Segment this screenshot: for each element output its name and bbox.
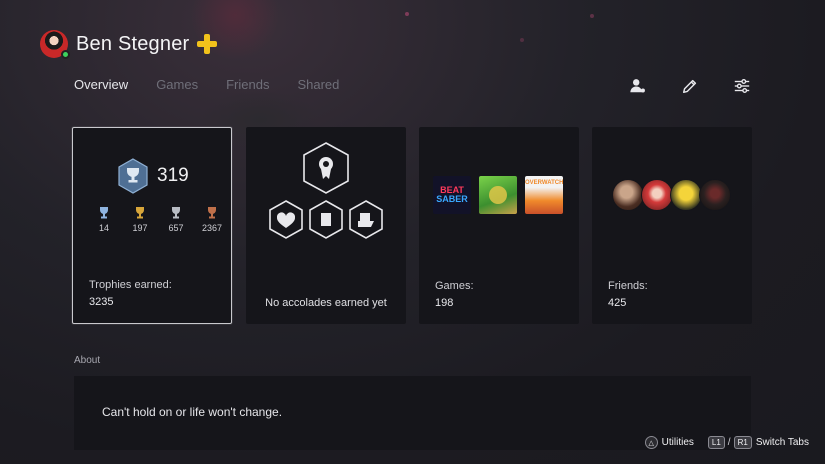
username: Ben Stegner — [76, 32, 190, 55]
switch-tabs-hint[interactable]: Switch Tabs — [756, 437, 809, 448]
add-friend-icon — [630, 79, 645, 93]
trophy-level-number: 319 — [157, 165, 189, 186]
l1-button-icon: L1 — [707, 436, 725, 449]
bronze-trophy-icon — [208, 207, 216, 219]
ps-plus-icon — [197, 34, 218, 54]
background-sparkle — [520, 38, 524, 42]
silver-trophy: 657 — [165, 206, 187, 233]
platinum-count: 14 — [98, 223, 109, 233]
profile-header: Ben Stegner — [40, 30, 218, 59]
silver-count: 657 — [168, 223, 184, 233]
friends-count: 425 — [608, 297, 627, 309]
trophies-label: Trophies earned: — [89, 279, 172, 291]
gold-trophy-icon — [136, 207, 144, 219]
silver-trophy-icon — [172, 207, 180, 219]
games-label: Games: — [435, 280, 474, 292]
background-sparkle — [590, 14, 594, 18]
accolades-card[interactable]: No accolades earned yet — [246, 127, 406, 324]
utilities-hint[interactable]: Utilities — [662, 437, 694, 448]
tab-shared[interactable]: Shared — [297, 77, 339, 92]
trophy-level-icon — [118, 158, 148, 194]
sliders-icon — [734, 79, 750, 93]
header-actions — [627, 75, 753, 97]
hint-separator: / — [727, 437, 731, 448]
settings-button[interactable] — [731, 75, 753, 97]
game-thumbnail-2 — [479, 176, 517, 214]
tab-games[interactable]: Games — [156, 77, 198, 92]
recent-games: BEAT SABER OVERWATCH — [433, 176, 563, 214]
game-thumbnail-beat-saber: BEAT SABER — [433, 176, 471, 214]
profile-tabs: Overview Games Friends Shared — [74, 77, 339, 92]
avatar[interactable] — [40, 30, 70, 59]
bronze-count: 2367 — [201, 223, 223, 233]
background-sparkle — [405, 12, 409, 16]
friends-label: Friends: — [608, 280, 648, 292]
triangle-button-icon: △ — [644, 436, 658, 449]
friend-avatar — [641, 179, 673, 211]
games-count: 198 — [435, 297, 454, 309]
add-friend-button[interactable] — [627, 75, 649, 97]
tab-friends[interactable]: Friends — [226, 77, 269, 92]
game-thumbnail-overwatch: OVERWATCH — [525, 176, 563, 214]
platinum-trophy-icon — [100, 207, 108, 219]
games-card[interactable]: BEAT SABER OVERWATCH Games: 198 — [419, 127, 579, 324]
friend-avatars — [612, 179, 731, 211]
pencil-icon — [682, 79, 697, 94]
online-status-icon — [61, 50, 70, 59]
r1-button-icon: R1 — [733, 436, 752, 449]
tab-overview[interactable]: Overview — [74, 77, 128, 92]
bronze-trophy: 2367 — [201, 206, 223, 233]
friend-avatar — [612, 179, 644, 211]
platinum-trophy: 14 — [93, 206, 115, 233]
edit-profile-button[interactable] — [679, 75, 701, 97]
trophies-total: 3235 — [89, 296, 114, 308]
trophy-breakdown: 14 197 657 2367 — [93, 206, 223, 233]
friends-card[interactable]: Friends: 425 — [592, 127, 752, 324]
friend-avatar — [670, 179, 702, 211]
about-text: Can't hold on or life won't change. — [102, 405, 283, 419]
friend-avatar — [699, 179, 731, 211]
accolades-icon — [269, 142, 383, 239]
about-heading: About — [74, 355, 101, 366]
gold-count: 197 — [132, 223, 148, 233]
accolade-badges — [268, 141, 384, 249]
trophies-card[interactable]: 319 14 197 657 2367 Trophies earned: 323… — [72, 127, 232, 324]
no-accolades-text: No accolades earned yet — [265, 297, 387, 309]
trophy-level: 319 — [117, 158, 189, 194]
button-hints: △ Utilities L1 / R1 Switch Tabs — [644, 436, 809, 449]
gold-trophy: 197 — [129, 206, 151, 233]
